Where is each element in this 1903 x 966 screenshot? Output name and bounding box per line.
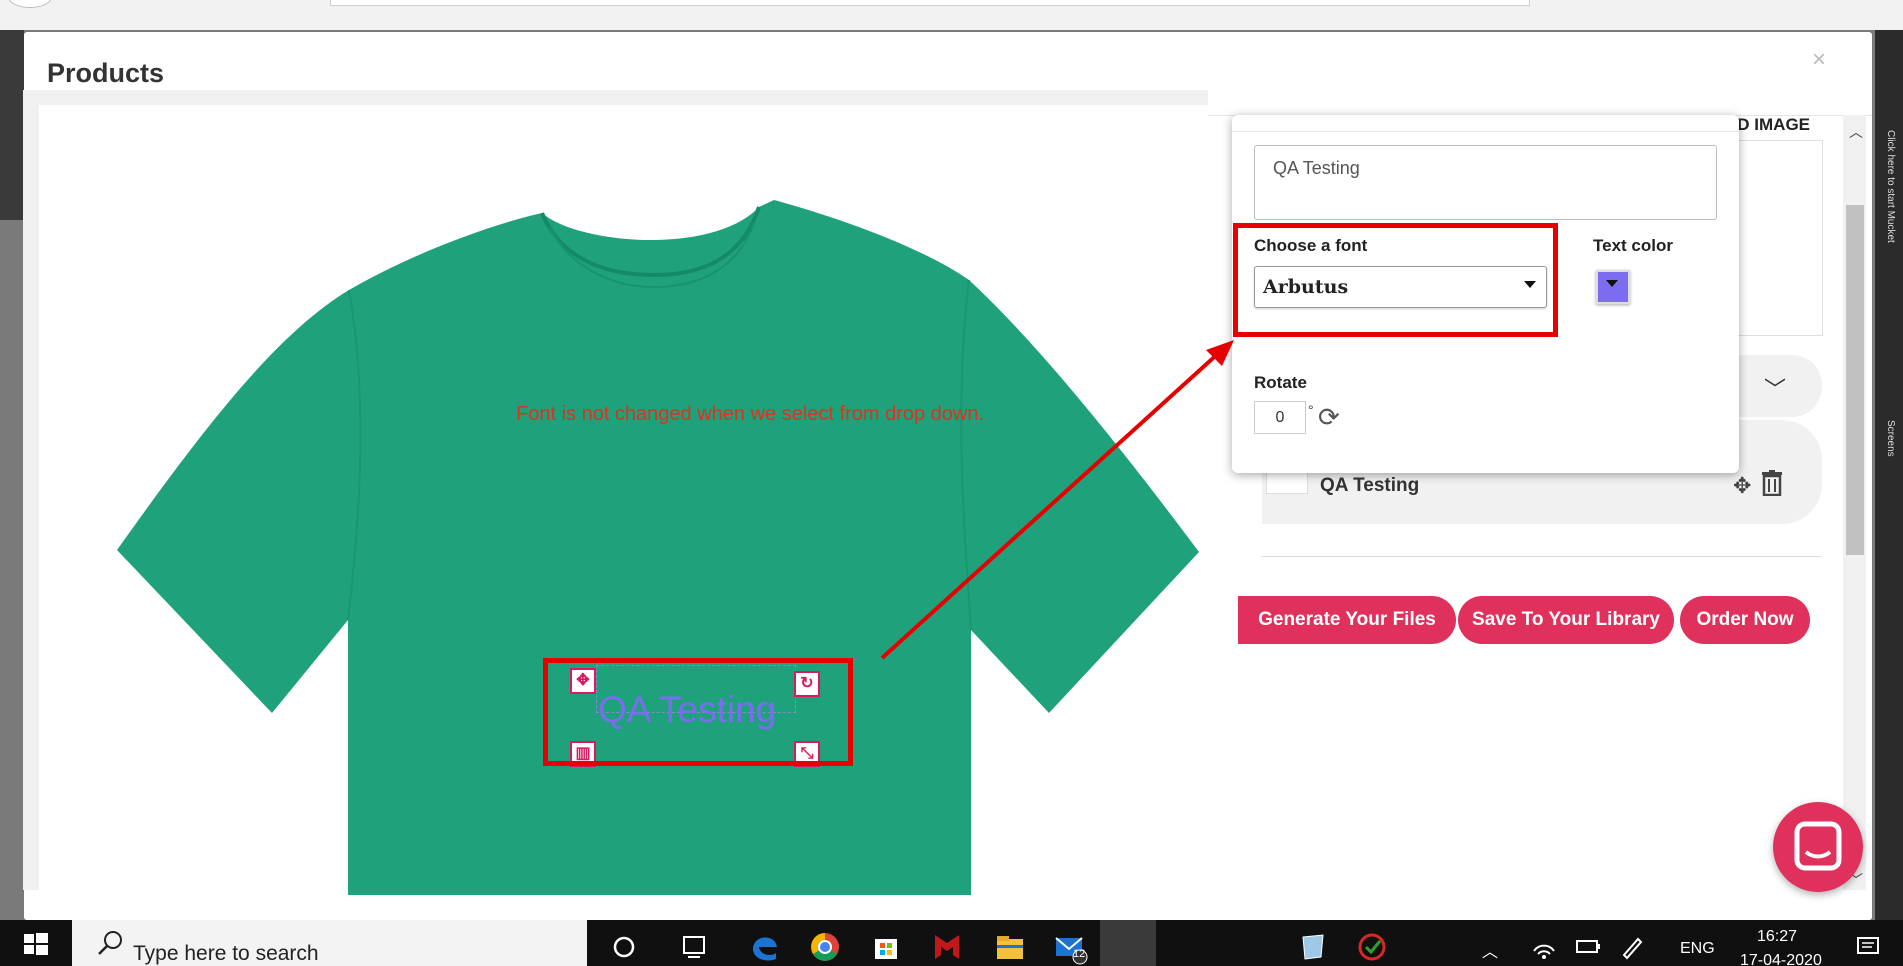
rotate-input[interactable]: 0 xyxy=(1254,401,1306,434)
taskbar-active-app[interactable] xyxy=(1100,920,1156,966)
chevron-down-icon[interactable]: ﹀ xyxy=(1764,372,1786,404)
trash-icon[interactable] xyxy=(1762,470,1782,496)
sticky-notes-icon[interactable] xyxy=(1293,925,1333,965)
tray-chevron-up-icon[interactable]: ︿ xyxy=(1482,938,1498,962)
generate-files-button[interactable]: Generate Your Files xyxy=(1238,596,1456,644)
design-canvas[interactable] xyxy=(39,105,1208,895)
mcafee-icon[interactable] xyxy=(927,925,967,965)
pen-icon[interactable] xyxy=(1612,925,1652,965)
text-input[interactable]: QA Testing xyxy=(1254,145,1717,220)
browser-address-bar[interactable] xyxy=(330,0,1530,6)
chat-button[interactable] xyxy=(1773,802,1863,892)
bug-annotation: Font is not changed when we select from … xyxy=(516,403,985,425)
highlight-box-canvas xyxy=(543,658,853,766)
battery-icon[interactable] xyxy=(1568,925,1608,965)
cortana-icon[interactable] xyxy=(604,925,644,965)
modal-title: Products xyxy=(47,58,165,88)
clock-date[interactable]: 17-04-2020 xyxy=(1740,952,1822,966)
save-to-library-button[interactable]: Save To Your Library xyxy=(1458,596,1674,644)
order-now-button[interactable]: Order Now xyxy=(1680,596,1810,644)
upload-image-area[interactable] xyxy=(1735,140,1823,336)
taskbar-search-placeholder[interactable]: Type here to search xyxy=(133,942,319,966)
browser-top-bar xyxy=(0,0,1903,30)
reset-rotation-icon[interactable]: ⟳ xyxy=(1318,402,1340,433)
side-vertical-text: Click here to start Mucket xyxy=(1885,130,1896,243)
clock-time[interactable]: 16:27 xyxy=(1757,928,1797,946)
language-indicator[interactable]: ENG xyxy=(1680,940,1715,958)
highlight-box-font xyxy=(1233,223,1558,337)
notifications-icon[interactable] xyxy=(1848,925,1888,965)
popup-top-divider xyxy=(1232,131,1739,132)
tshirt-image xyxy=(117,200,1199,895)
rotate-label: Rotate xyxy=(1254,373,1307,392)
side-vertical-text-2: Screens xyxy=(1885,420,1896,457)
panel-divider xyxy=(1262,556,1822,557)
text-color-label: Text color xyxy=(1593,236,1673,255)
scrollbar-thumb[interactable] xyxy=(1846,205,1864,555)
search-icon xyxy=(98,931,122,955)
store-icon[interactable] xyxy=(866,925,906,965)
wifi-icon[interactable] xyxy=(1524,925,1564,965)
move-icon[interactable]: ✥ xyxy=(1733,473,1751,499)
degree-symbol: ° xyxy=(1308,402,1314,418)
color-caret-icon[interactable] xyxy=(1606,280,1618,287)
browser-nav-circle[interactable] xyxy=(8,0,52,8)
text-color-swatch[interactable] xyxy=(1596,270,1630,304)
mail-badge: 12 xyxy=(1073,948,1086,960)
chrome-icon[interactable] xyxy=(805,925,845,965)
background-panel-left xyxy=(0,30,24,220)
checklist-app-icon[interactable] xyxy=(1352,925,1392,965)
close-icon[interactable]: × xyxy=(1812,46,1826,74)
windows-start-icon[interactable] xyxy=(0,920,72,966)
layer-name: QA Testing xyxy=(1320,475,1420,496)
file-explorer-icon[interactable] xyxy=(990,925,1030,965)
chat-icon xyxy=(1794,821,1842,871)
scroll-up-icon[interactable]: ︿ xyxy=(1849,122,1863,142)
edge-icon[interactable] xyxy=(745,925,785,965)
task-view-icon[interactable] xyxy=(674,925,714,965)
